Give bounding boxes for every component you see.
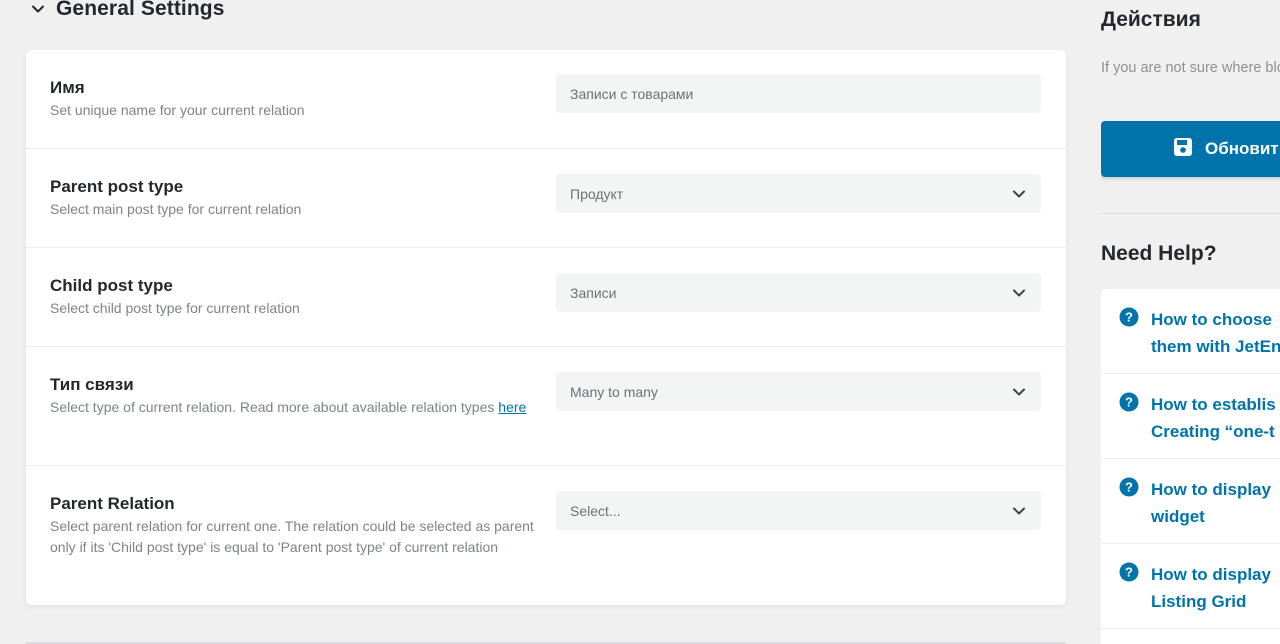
- help-link-text[interactable]: How to establis Creating “one-t: [1151, 391, 1276, 445]
- relation-types-help-link[interactable]: here: [498, 399, 526, 415]
- field-label-block: Имя Set unique name for your current rel…: [50, 77, 304, 121]
- name-input[interactable]: Записи с товарами: [556, 74, 1041, 113]
- help-link-item[interactable]: ? How to display widget: [1101, 459, 1280, 544]
- question-circle-icon: ?: [1119, 477, 1139, 497]
- help-link-text[interactable]: How to display Listing Grid: [1151, 561, 1271, 615]
- field-description-text: Select type of current relation. Read mo…: [50, 399, 495, 415]
- help-links-list: ? How to choose them with JetEn ? How to…: [1101, 289, 1280, 644]
- help-link-line: Creating “one-t: [1151, 422, 1275, 441]
- svg-text:?: ?: [1125, 480, 1133, 495]
- update-button[interactable]: Обновит: [1101, 121, 1280, 177]
- chevron-down-icon[interactable]: [30, 1, 46, 17]
- field-title: Parent post type: [50, 177, 184, 196]
- field-title: Тип связи: [50, 375, 134, 394]
- field-row-parent-post-type: Parent post type Select main post type f…: [26, 149, 1066, 248]
- field-description: Select parent relation for current one. …: [50, 518, 534, 555]
- general-settings-card: Имя Set unique name for your current rel…: [26, 50, 1066, 605]
- field-row-name: Имя Set unique name for your current rel…: [26, 50, 1066, 149]
- actions-text: If you are not sure where block: [1101, 60, 1280, 76]
- question-circle-icon: ?: [1119, 562, 1139, 582]
- select-value: Продукт: [570, 185, 624, 202]
- help-link-text[interactable]: How to display widget: [1151, 476, 1271, 530]
- field-title: Child post type: [50, 276, 173, 295]
- help-link-text[interactable]: How to choose them with JetEn: [1151, 306, 1280, 360]
- save-icon: [1173, 137, 1193, 162]
- sidebar-divider: [1101, 213, 1280, 214]
- svg-text:?: ?: [1125, 395, 1133, 410]
- select-value: Select...: [570, 502, 621, 519]
- field-row-relation-type: Тип связи Select type of current relatio…: [26, 347, 1066, 466]
- chevron-down-icon: [1011, 186, 1027, 202]
- update-button-label: Обновит: [1205, 139, 1279, 158]
- actions-title: Действия: [1101, 8, 1201, 31]
- chevron-down-icon: [1011, 285, 1027, 301]
- field-title: Имя: [50, 78, 85, 97]
- field-description: Select child post type for current relat…: [50, 300, 300, 316]
- field-title: Parent Relation: [50, 494, 175, 513]
- svg-text:?: ?: [1125, 565, 1133, 580]
- question-circle-icon: ?: [1119, 307, 1139, 327]
- field-label-block: Тип связи Select type of current relatio…: [50, 374, 540, 418]
- field-description: Set unique name for your current relatio…: [50, 102, 305, 118]
- help-link-line: widget: [1151, 507, 1205, 526]
- help-link-line: How to display: [1151, 480, 1271, 499]
- field-row-child-post-type: Child post type Select child post type f…: [26, 248, 1066, 347]
- field-description: Select main post type for current relati…: [50, 201, 302, 217]
- sidebar: Действия If you are not sure where block…: [1101, 0, 1280, 644]
- chevron-down-icon: [1011, 384, 1027, 400]
- field-label-block: Parent Relation Select parent relation f…: [50, 493, 535, 557]
- help-link-item[interactable]: ? How to establis Creating “one-t: [1101, 374, 1280, 459]
- field-row-parent-relation: Parent Relation Select parent relation f…: [26, 466, 1066, 605]
- help-link-line: them with JetEn: [1151, 337, 1280, 356]
- general-settings-header[interactable]: General Settings: [30, 0, 224, 24]
- help-link-line: How to choose: [1151, 310, 1272, 329]
- parent-relation-select[interactable]: Select...: [556, 491, 1041, 530]
- field-description: Select type of current relation. Read mo…: [50, 397, 540, 418]
- field-label-block: Parent post type Select main post type f…: [50, 176, 301, 220]
- help-link-line: How to display: [1151, 565, 1271, 584]
- help-link-item[interactable]: ? How to display Listing Grid: [1101, 544, 1280, 629]
- select-value: Записи: [570, 284, 617, 301]
- svg-text:?: ?: [1125, 310, 1133, 325]
- name-input-value: Записи с товарами: [570, 85, 694, 102]
- help-link-line: Listing Grid: [1151, 592, 1247, 611]
- child-post-type-select[interactable]: Записи: [556, 273, 1041, 312]
- help-title: Need Help?: [1101, 242, 1217, 265]
- help-link-line: How to establis: [1151, 395, 1276, 414]
- relation-type-select[interactable]: Many to many: [556, 372, 1041, 411]
- field-label-block: Child post type Select child post type f…: [50, 275, 300, 319]
- chevron-down-icon: [1011, 503, 1027, 519]
- question-circle-icon: ?: [1119, 392, 1139, 412]
- help-link-item[interactable]: ? How to choose them with JetEn: [1101, 289, 1280, 374]
- parent-post-type-select[interactable]: Продукт: [556, 174, 1041, 213]
- select-value: Many to many: [570, 383, 658, 400]
- section-title: General Settings: [56, 0, 225, 20]
